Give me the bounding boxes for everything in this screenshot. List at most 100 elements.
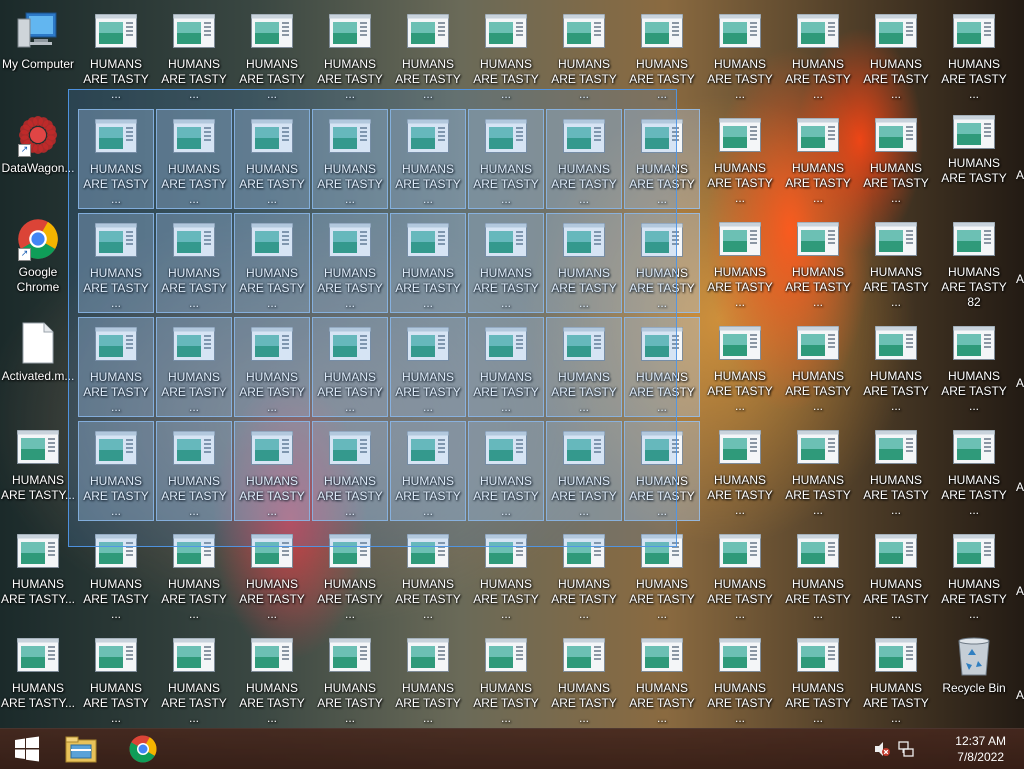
- tasty-file[interactable]: HUMANS ARE TASTY ...: [546, 109, 622, 209]
- tasty-file[interactable]: HUMANS ARE TASTY ...: [702, 421, 778, 521]
- tasty-file[interactable]: HUMANS ARE TASTY ...: [546, 213, 622, 313]
- tasty-file[interactable]: HUMANS ARE TASTY ...: [858, 213, 934, 313]
- tasty-file[interactable]: HUMANS ARE TASTY ...: [156, 109, 232, 209]
- tasty-file[interactable]: HUMANS ARE TASTY ...: [702, 525, 778, 625]
- tasty-file[interactable]: HUMANS ARE TASTY ...: [780, 629, 856, 729]
- tasty-file[interactable]: HUMANS ARE TASTY: [936, 109, 1012, 209]
- tasty-file[interactable]: HUMANS ARE TASTY ...: [702, 213, 778, 313]
- chrome-taskbar-button[interactable]: [116, 729, 170, 769]
- tasty-file[interactable]: HUMANS ARE TASTY ...: [312, 5, 388, 105]
- tasty-file[interactable]: HUMANS ARE TASTY ...: [780, 421, 856, 521]
- tasty-file[interactable]: HUMANS ARE TASTY ...: [78, 213, 154, 313]
- tasty-file[interactable]: HUMANS ARE TASTY ...: [858, 525, 934, 625]
- recycle-bin[interactable]: Recycle Bin: [936, 629, 1012, 729]
- tasty-file[interactable]: HUMANS ARE TASTY ...: [858, 109, 934, 209]
- tasty-file[interactable]: HUMANS ARE TASTY ...: [546, 525, 622, 625]
- tasty-file[interactable]: HUMANS ARE TASTY ...: [624, 629, 700, 729]
- tasty-file[interactable]: HUMANS ARE TASTY ...: [468, 5, 544, 105]
- tasty-file[interactable]: HUMANS ARE TASTY ...: [390, 109, 466, 209]
- network-button[interactable]: [896, 739, 916, 759]
- tasty-file[interactable]: HUMANS ARE TASTY ...: [468, 421, 544, 521]
- activated-file[interactable]: Activated.m...: [0, 317, 76, 417]
- tasty-file[interactable]: HUMANS ARE TASTY ...: [156, 629, 232, 729]
- tasty-file[interactable]: HUMANS ARE TASTY ...: [936, 421, 1012, 521]
- tasty-file[interactable]: HUMANS ARE TASTY ...: [780, 317, 856, 417]
- tasty-file[interactable]: HUMANS ARE TASTY ...: [936, 525, 1012, 625]
- tasty-file[interactable]: HUMANS ARE TASTY ...: [390, 629, 466, 729]
- tasty-file[interactable]: HUMANS ARE TASTY ...: [78, 629, 154, 729]
- tasty-file[interactable]: HUMANS ARE TASTY ...: [156, 525, 232, 625]
- desktop-icon-label: HUMANS ARE TASTY ...: [395, 577, 461, 621]
- tasty-file[interactable]: HUMANS ARE TASTY ...: [390, 317, 466, 417]
- desktop[interactable]: My Computer ↗ DataWagon... ↗ Google Chrome Ac…: [0, 0, 1024, 728]
- tasty-file[interactable]: HUMANS ARE TASTY ...: [780, 213, 856, 313]
- tasty-file[interactable]: HUMANS ARE TASTY ...: [312, 421, 388, 521]
- tasty-file[interactable]: HUMANS ARE TASTY ...: [936, 317, 1012, 417]
- tasty-file[interactable]: HUMANS ARE TASTY ...: [156, 317, 232, 417]
- taskbar-clock[interactable]: 12:37 AM 7/8/2022: [955, 733, 1006, 765]
- tasty-file[interactable]: HUMANS ARE TASTY...: [0, 525, 76, 625]
- tasty-file[interactable]: HUMANS ARE TASTY ...: [468, 525, 544, 625]
- tasty-file[interactable]: HUMANS ARE TASTY ...: [312, 109, 388, 209]
- tasty-file[interactable]: HUMANS ARE TASTY ...: [312, 213, 388, 313]
- start-button[interactable]: [0, 729, 54, 769]
- tasty-file[interactable]: HUMANS ARE TASTY ...: [78, 109, 154, 209]
- tasty-file[interactable]: HUMANS ARE TASTY ...: [468, 109, 544, 209]
- tasty-file[interactable]: HUMANS ARE TASTY ...: [156, 421, 232, 521]
- tasty-file[interactable]: HUMANS ARE TASTY ...: [390, 421, 466, 521]
- tasty-file[interactable]: HUMANS ARE TASTY ...: [468, 629, 544, 729]
- tasty-file[interactable]: HUMANS ARE TASTY ...: [624, 317, 700, 417]
- datawagon-shortcut[interactable]: ↗ DataWagon...: [0, 109, 76, 209]
- tasty-file[interactable]: HUMANS ARE TASTY ...: [780, 109, 856, 209]
- tasty-file[interactable]: HUMANS ARE TASTY ...: [858, 629, 934, 729]
- tasty-file[interactable]: HUMANS ARE TASTY ...: [546, 5, 622, 105]
- tasty-file[interactable]: HUMANS ARE TASTY ...: [546, 317, 622, 417]
- chrome-shortcut[interactable]: ↗ Google Chrome: [0, 213, 76, 313]
- tasty-file[interactable]: HUMANS ARE TASTY ...: [468, 213, 544, 313]
- tasty-file[interactable]: HUMANS ARE TASTY ...: [78, 525, 154, 625]
- file-explorer-button[interactable]: [54, 729, 108, 769]
- tasty-file[interactable]: HUMANS ARE TASTY ...: [780, 5, 856, 105]
- tasty-file[interactable]: HUMANS ARE TASTY ...: [468, 317, 544, 417]
- tasty-file[interactable]: HUMANS ARE TASTY ...: [780, 525, 856, 625]
- tasty-file[interactable]: HUMANS ARE TASTY ...: [624, 109, 700, 209]
- tasty-file[interactable]: HUMANS ARE TASTY ...: [156, 213, 232, 313]
- tasty-file[interactable]: HUMANS ARE TASTY ...: [234, 213, 310, 313]
- tasty-file[interactable]: HUMANS ARE TASTY ...: [78, 421, 154, 521]
- tasty-file[interactable]: HUMANS ARE TASTY...: [0, 629, 76, 729]
- tasty-file[interactable]: HUMANS ARE TASTY ...: [858, 317, 934, 417]
- tasty-file[interactable]: HUMANS ARE TASTY ...: [78, 5, 154, 105]
- tasty-file[interactable]: HUMANS ARE TASTY ...: [624, 213, 700, 313]
- tasty-file[interactable]: HUMANS ARE TASTY ...: [312, 629, 388, 729]
- tasty-file[interactable]: HUMANS ARE TASTY ...: [858, 5, 934, 105]
- tasty-file[interactable]: HUMANS ARE TASTY ...: [234, 421, 310, 521]
- volume-muted-button[interactable]: [872, 739, 892, 759]
- tasty-file[interactable]: HUMANS ARE TASTY ...: [702, 317, 778, 417]
- tasty-file[interactable]: HUMANS ARE TASTY...: [0, 421, 76, 521]
- tasty-file[interactable]: HUMANS ARE TASTY ...: [390, 5, 466, 105]
- tasty-file[interactable]: HUMANS ARE TASTY ...: [234, 5, 310, 105]
- tasty-file[interactable]: HUMANS ARE TASTY ...: [546, 421, 622, 521]
- tasty-file[interactable]: HUMANS ARE TASTY ...: [546, 629, 622, 729]
- tasty-file[interactable]: HUMANS ARE TASTY ...: [858, 421, 934, 521]
- tasty-file[interactable]: HUMANS ARE TASTY ...: [234, 109, 310, 209]
- tasty-file[interactable]: HUMANS ARE TASTY ...: [702, 5, 778, 105]
- tasty-file[interactable]: HUMANS ARE TASTY ...: [312, 317, 388, 417]
- tasty-file[interactable]: HUMANS ARE TASTY ...: [234, 317, 310, 417]
- my-computer-icon-item[interactable]: My Computer: [0, 5, 76, 105]
- tasty-file[interactable]: HUMANS ARE TASTY ...: [702, 629, 778, 729]
- tasty-file[interactable]: HUMANS ARE TASTY ...: [624, 421, 700, 521]
- tasty-file[interactable]: HUMANS ARE TASTY ...: [390, 525, 466, 625]
- tasty-file[interactable]: HUMANS ARE TASTY ...: [624, 5, 700, 105]
- tasty-file[interactable]: HUMANS ARE TASTY ...: [234, 629, 310, 729]
- tasty-file[interactable]: HUMANS ARE TASTY ...: [390, 213, 466, 313]
- tasty-file[interactable]: HUMANS ARE TASTY ...: [312, 525, 388, 625]
- tasty-file[interactable]: HUMANS ARE TASTY ...: [936, 5, 1012, 105]
- tasty-file[interactable]: HUMANS ARE TASTY ...: [624, 525, 700, 625]
- tasty-file[interactable]: HUMANS ARE TASTY ...: [234, 525, 310, 625]
- tasty-file[interactable]: HUMANS ARE TASTY ...: [702, 109, 778, 209]
- tasty-file[interactable]: HUMANS ARE TASTY 82: [936, 213, 1012, 313]
- tasty-file[interactable]: HUMANS ARE TASTY ...: [156, 5, 232, 105]
- clock-time: 12:37 AM: [955, 734, 1006, 748]
- tasty-file[interactable]: HUMANS ARE TASTY ...: [78, 317, 154, 417]
